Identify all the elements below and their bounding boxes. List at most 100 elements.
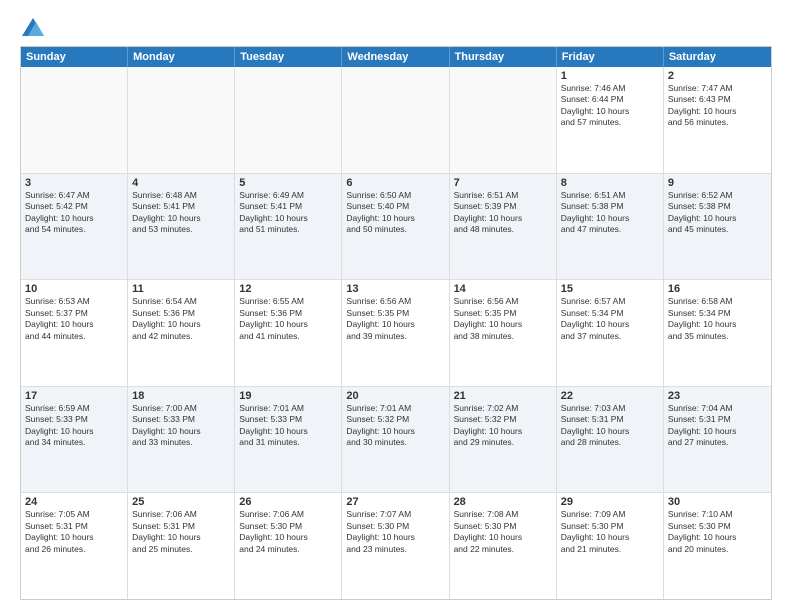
day-number: 10 bbox=[25, 283, 123, 295]
day-number: 7 bbox=[454, 177, 552, 189]
calendar-cell: 14Sunrise: 6:56 AM Sunset: 5:35 PM Dayli… bbox=[450, 280, 557, 386]
calendar-cell: 21Sunrise: 7:02 AM Sunset: 5:32 PM Dayli… bbox=[450, 387, 557, 493]
calendar-cell: 7Sunrise: 6:51 AM Sunset: 5:39 PM Daylig… bbox=[450, 174, 557, 280]
calendar-header-cell: Sunday bbox=[21, 47, 128, 67]
calendar-row: 17Sunrise: 6:59 AM Sunset: 5:33 PM Dayli… bbox=[21, 387, 771, 494]
calendar-cell: 18Sunrise: 7:00 AM Sunset: 5:33 PM Dayli… bbox=[128, 387, 235, 493]
calendar-cell: 29Sunrise: 7:09 AM Sunset: 5:30 PM Dayli… bbox=[557, 493, 664, 599]
day-number: 19 bbox=[239, 390, 337, 402]
day-info: Sunrise: 6:55 AM Sunset: 5:36 PM Dayligh… bbox=[239, 296, 337, 342]
calendar-cell: 22Sunrise: 7:03 AM Sunset: 5:31 PM Dayli… bbox=[557, 387, 664, 493]
day-info: Sunrise: 7:03 AM Sunset: 5:31 PM Dayligh… bbox=[561, 403, 659, 449]
day-number: 22 bbox=[561, 390, 659, 402]
calendar-cell bbox=[128, 67, 235, 173]
calendar-cell: 10Sunrise: 6:53 AM Sunset: 5:37 PM Dayli… bbox=[21, 280, 128, 386]
day-number: 2 bbox=[668, 70, 767, 82]
calendar-header: SundayMondayTuesdayWednesdayThursdayFrid… bbox=[21, 47, 771, 67]
day-info: Sunrise: 7:07 AM Sunset: 5:30 PM Dayligh… bbox=[346, 509, 444, 555]
calendar-cell: 3Sunrise: 6:47 AM Sunset: 5:42 PM Daylig… bbox=[21, 174, 128, 280]
day-info: Sunrise: 6:59 AM Sunset: 5:33 PM Dayligh… bbox=[25, 403, 123, 449]
calendar-cell: 11Sunrise: 6:54 AM Sunset: 5:36 PM Dayli… bbox=[128, 280, 235, 386]
header bbox=[20, 16, 772, 36]
day-number: 9 bbox=[668, 177, 767, 189]
day-info: Sunrise: 7:09 AM Sunset: 5:30 PM Dayligh… bbox=[561, 509, 659, 555]
calendar-cell: 19Sunrise: 7:01 AM Sunset: 5:33 PM Dayli… bbox=[235, 387, 342, 493]
day-info: Sunrise: 6:48 AM Sunset: 5:41 PM Dayligh… bbox=[132, 190, 230, 236]
day-number: 14 bbox=[454, 283, 552, 295]
logo bbox=[20, 16, 44, 36]
calendar-header-cell: Friday bbox=[557, 47, 664, 67]
calendar-cell: 28Sunrise: 7:08 AM Sunset: 5:30 PM Dayli… bbox=[450, 493, 557, 599]
day-number: 26 bbox=[239, 496, 337, 508]
day-number: 29 bbox=[561, 496, 659, 508]
calendar-header-cell: Tuesday bbox=[235, 47, 342, 67]
day-info: Sunrise: 6:47 AM Sunset: 5:42 PM Dayligh… bbox=[25, 190, 123, 236]
day-info: Sunrise: 7:10 AM Sunset: 5:30 PM Dayligh… bbox=[668, 509, 767, 555]
day-info: Sunrise: 6:56 AM Sunset: 5:35 PM Dayligh… bbox=[346, 296, 444, 342]
day-number: 6 bbox=[346, 177, 444, 189]
day-number: 16 bbox=[668, 283, 767, 295]
calendar-header-cell: Monday bbox=[128, 47, 235, 67]
day-info: Sunrise: 7:06 AM Sunset: 5:31 PM Dayligh… bbox=[132, 509, 230, 555]
calendar-header-cell: Saturday bbox=[664, 47, 771, 67]
calendar-row: 1Sunrise: 7:46 AM Sunset: 6:44 PM Daylig… bbox=[21, 67, 771, 174]
calendar-cell bbox=[342, 67, 449, 173]
day-number: 15 bbox=[561, 283, 659, 295]
day-number: 8 bbox=[561, 177, 659, 189]
calendar-cell bbox=[235, 67, 342, 173]
day-info: Sunrise: 6:50 AM Sunset: 5:40 PM Dayligh… bbox=[346, 190, 444, 236]
day-number: 17 bbox=[25, 390, 123, 402]
calendar: SundayMondayTuesdayWednesdayThursdayFrid… bbox=[20, 46, 772, 600]
day-number: 27 bbox=[346, 496, 444, 508]
day-number: 20 bbox=[346, 390, 444, 402]
day-number: 23 bbox=[668, 390, 767, 402]
calendar-cell: 2Sunrise: 7:47 AM Sunset: 6:43 PM Daylig… bbox=[664, 67, 771, 173]
day-number: 30 bbox=[668, 496, 767, 508]
day-number: 1 bbox=[561, 70, 659, 82]
day-info: Sunrise: 6:56 AM Sunset: 5:35 PM Dayligh… bbox=[454, 296, 552, 342]
calendar-cell: 20Sunrise: 7:01 AM Sunset: 5:32 PM Dayli… bbox=[342, 387, 449, 493]
day-info: Sunrise: 7:00 AM Sunset: 5:33 PM Dayligh… bbox=[132, 403, 230, 449]
day-info: Sunrise: 6:49 AM Sunset: 5:41 PM Dayligh… bbox=[239, 190, 337, 236]
day-info: Sunrise: 7:08 AM Sunset: 5:30 PM Dayligh… bbox=[454, 509, 552, 555]
day-number: 25 bbox=[132, 496, 230, 508]
calendar-cell: 5Sunrise: 6:49 AM Sunset: 5:41 PM Daylig… bbox=[235, 174, 342, 280]
calendar-body: 1Sunrise: 7:46 AM Sunset: 6:44 PM Daylig… bbox=[21, 67, 771, 599]
day-info: Sunrise: 7:46 AM Sunset: 6:44 PM Dayligh… bbox=[561, 83, 659, 129]
day-info: Sunrise: 7:01 AM Sunset: 5:33 PM Dayligh… bbox=[239, 403, 337, 449]
day-info: Sunrise: 6:51 AM Sunset: 5:38 PM Dayligh… bbox=[561, 190, 659, 236]
day-info: Sunrise: 7:05 AM Sunset: 5:31 PM Dayligh… bbox=[25, 509, 123, 555]
page: SundayMondayTuesdayWednesdayThursdayFrid… bbox=[0, 0, 792, 612]
calendar-cell: 23Sunrise: 7:04 AM Sunset: 5:31 PM Dayli… bbox=[664, 387, 771, 493]
day-number: 28 bbox=[454, 496, 552, 508]
day-info: Sunrise: 6:53 AM Sunset: 5:37 PM Dayligh… bbox=[25, 296, 123, 342]
calendar-cell: 15Sunrise: 6:57 AM Sunset: 5:34 PM Dayli… bbox=[557, 280, 664, 386]
calendar-cell: 26Sunrise: 7:06 AM Sunset: 5:30 PM Dayli… bbox=[235, 493, 342, 599]
day-number: 11 bbox=[132, 283, 230, 295]
day-number: 5 bbox=[239, 177, 337, 189]
calendar-cell: 27Sunrise: 7:07 AM Sunset: 5:30 PM Dayli… bbox=[342, 493, 449, 599]
day-number: 18 bbox=[132, 390, 230, 402]
day-info: Sunrise: 7:47 AM Sunset: 6:43 PM Dayligh… bbox=[668, 83, 767, 129]
calendar-cell: 25Sunrise: 7:06 AM Sunset: 5:31 PM Dayli… bbox=[128, 493, 235, 599]
day-info: Sunrise: 7:04 AM Sunset: 5:31 PM Dayligh… bbox=[668, 403, 767, 449]
calendar-cell: 4Sunrise: 6:48 AM Sunset: 5:41 PM Daylig… bbox=[128, 174, 235, 280]
day-info: Sunrise: 6:54 AM Sunset: 5:36 PM Dayligh… bbox=[132, 296, 230, 342]
calendar-row: 10Sunrise: 6:53 AM Sunset: 5:37 PM Dayli… bbox=[21, 280, 771, 387]
day-info: Sunrise: 7:06 AM Sunset: 5:30 PM Dayligh… bbox=[239, 509, 337, 555]
calendar-cell: 24Sunrise: 7:05 AM Sunset: 5:31 PM Dayli… bbox=[21, 493, 128, 599]
day-number: 3 bbox=[25, 177, 123, 189]
day-number: 12 bbox=[239, 283, 337, 295]
calendar-cell: 16Sunrise: 6:58 AM Sunset: 5:34 PM Dayli… bbox=[664, 280, 771, 386]
calendar-cell: 12Sunrise: 6:55 AM Sunset: 5:36 PM Dayli… bbox=[235, 280, 342, 386]
calendar-row: 3Sunrise: 6:47 AM Sunset: 5:42 PM Daylig… bbox=[21, 174, 771, 281]
day-info: Sunrise: 6:51 AM Sunset: 5:39 PM Dayligh… bbox=[454, 190, 552, 236]
day-number: 24 bbox=[25, 496, 123, 508]
calendar-cell bbox=[450, 67, 557, 173]
calendar-cell bbox=[21, 67, 128, 173]
day-info: Sunrise: 6:57 AM Sunset: 5:34 PM Dayligh… bbox=[561, 296, 659, 342]
logo-icon bbox=[22, 18, 44, 36]
calendar-cell: 17Sunrise: 6:59 AM Sunset: 5:33 PM Dayli… bbox=[21, 387, 128, 493]
day-info: Sunrise: 7:01 AM Sunset: 5:32 PM Dayligh… bbox=[346, 403, 444, 449]
calendar-header-cell: Thursday bbox=[450, 47, 557, 67]
